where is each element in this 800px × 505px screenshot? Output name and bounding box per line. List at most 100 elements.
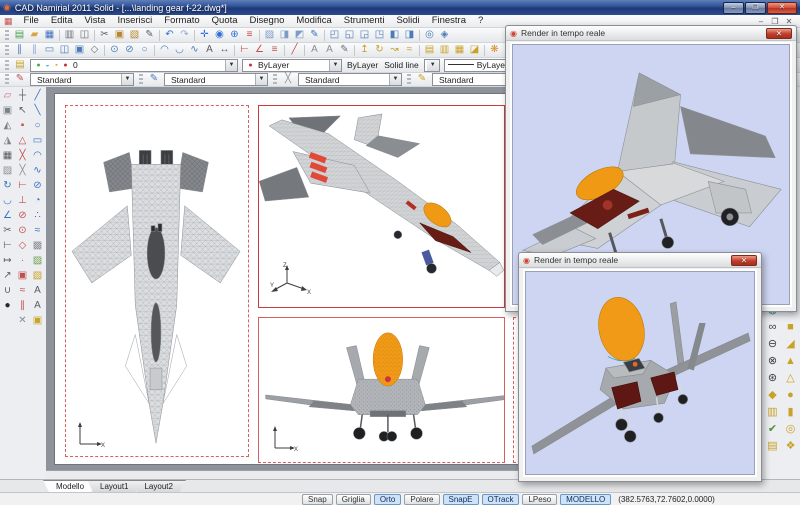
named-views-icon[interactable]: ◈ <box>437 29 452 42</box>
menu-solidi[interactable]: Solidi <box>390 15 425 27</box>
array-icon[interactable]: ▦ <box>1 149 15 164</box>
hide-lines-icon[interactable]: ◩ <box>292 29 307 42</box>
intersect-solids-icon[interactable]: ▦ <box>452 44 467 57</box>
scale-icon[interactable]: ↗ <box>1 269 15 284</box>
menu-help[interactable]: ? <box>472 15 489 27</box>
erase-icon[interactable]: ▱ <box>1 89 15 104</box>
offset-icon[interactable]: ◮ <box>1 134 15 149</box>
union-solids-icon[interactable]: ▤ <box>422 44 437 57</box>
menu-finestra[interactable]: Finestra <box>426 15 472 27</box>
interfere-icon[interactable]: ⊛ <box>764 370 781 387</box>
menu-inserisci[interactable]: Inserisci <box>111 15 158 27</box>
circle-draw-icon[interactable]: ○ <box>31 119 45 134</box>
cylinder-solid-icon[interactable]: ▮ <box>782 404 799 421</box>
mleader-style-icon[interactable]: ✎ <box>414 73 430 86</box>
viewport-perspective[interactable]: Y Z X <box>258 105 505 308</box>
boundary-icon[interactable]: A <box>31 284 45 299</box>
ellipse-tool-icon[interactable]: ⊘ <box>122 44 137 57</box>
view-top-icon[interactable]: ◰ <box>327 29 342 42</box>
dim-style-icon[interactable]: ✎ <box>146 73 162 86</box>
revision-cloud-icon[interactable]: ≈ <box>31 224 45 239</box>
zoom-window-icon[interactable]: ◉ <box>212 29 227 42</box>
hatch-edit-icon[interactable]: ▨ <box>1 164 15 179</box>
ellipse-arc-icon[interactable]: ◔ <box>31 194 45 209</box>
maximize-button[interactable]: ❐ <box>745 1 766 14</box>
menu-formato[interactable]: Formato <box>158 15 205 27</box>
dim-style-combo[interactable]: Standard ▼ <box>164 73 268 86</box>
redo-icon[interactable]: ↷ <box>177 29 192 42</box>
text-style-icon[interactable]: ✎ <box>12 73 28 86</box>
snap-midpoint-icon[interactable]: △ <box>16 134 30 149</box>
snap-extension-icon[interactable]: ⊢ <box>16 179 30 194</box>
linetype-combo-arrow[interactable]: ▼ <box>426 59 439 71</box>
menu-disegno[interactable]: Disegno <box>244 15 291 27</box>
table-style-icon[interactable]: ╳ <box>280 73 296 86</box>
line-tool-icon[interactable]: ╱ <box>31 89 45 104</box>
chamfer-icon[interactable]: ∠ <box>1 209 15 224</box>
render-viewport-2[interactable] <box>525 271 755 475</box>
copy-icon[interactable]: ▣ <box>112 29 127 42</box>
zoom-previous-icon[interactable]: ⊕ <box>227 29 242 42</box>
snap-center-icon[interactable]: ⊙ <box>16 224 30 239</box>
griglia-toggle[interactable]: Griglia <box>335 493 371 505</box>
rotate-icon[interactable]: ↻ <box>1 179 15 194</box>
menu-modifica[interactable]: Modifica <box>290 15 337 27</box>
snap-from-icon[interactable]: ↖ <box>16 104 30 119</box>
polyline-tool-icon[interactable]: ∿ <box>187 44 202 57</box>
dim-linear-icon[interactable]: ⊢ <box>237 44 252 57</box>
render-preset-icon[interactable]: ▨ <box>262 29 277 42</box>
shade-mode-icon[interactable]: ◨ <box>277 29 292 42</box>
solid-check-icon[interactable]: ✔ <box>764 421 781 438</box>
pyramid-solid-icon[interactable]: ▲ <box>782 353 799 370</box>
table-style-combo[interactable]: Standard ▼ <box>298 73 402 86</box>
mline-icon[interactable]: ╱ <box>287 44 302 57</box>
orto-toggle[interactable]: Orto <box>373 493 402 505</box>
menu-edita[interactable]: Edita <box>45 15 79 27</box>
subtract-solids-icon[interactable]: ▥ <box>437 44 452 57</box>
viewports-icon[interactable]: ◫ <box>57 44 72 57</box>
match-properties-icon[interactable]: ✎ <box>142 29 157 42</box>
view-iso-sw-icon[interactable]: ◧ <box>387 29 402 42</box>
close-icon[interactable]: ✕ <box>731 254 757 266</box>
mtext-icon[interactable]: A <box>31 299 45 314</box>
cut-icon[interactable]: ✂ <box>97 29 112 42</box>
fillet-curve-icon[interactable]: ◡ <box>172 44 187 57</box>
pen-icon[interactable]: ✎ <box>307 29 322 42</box>
print-icon[interactable]: ▥ <box>62 29 77 42</box>
sweep-icon[interactable]: ↝ <box>387 44 402 57</box>
gradient-tool-icon[interactable]: ▧ <box>31 269 45 284</box>
color-combo[interactable]: ● ByLayer ▼ <box>242 58 342 72</box>
join-icon[interactable]: ∪ <box>1 284 15 299</box>
print-preview-icon[interactable]: ◫ <box>77 29 92 42</box>
polare-toggle[interactable]: Polare <box>404 493 440 505</box>
text-style-arrow[interactable]: ▼ <box>121 74 133 85</box>
menu-strumenti[interactable]: Strumenti <box>338 15 391 27</box>
ellipse-draw-icon[interactable]: ⊘ <box>31 179 45 194</box>
save-icon[interactable]: ▦ <box>42 29 57 42</box>
block-insert-icon[interactable]: ▣ <box>31 314 45 329</box>
style-pen-icon[interactable]: ✎ <box>337 44 352 57</box>
snap-tangent-icon[interactable]: ⊘ <box>16 209 30 224</box>
construction-line-icon[interactable]: ╲ <box>31 104 45 119</box>
measure-tool-icon[interactable]: ◇ <box>87 44 102 57</box>
text-tool-icon[interactable]: A <box>202 44 217 57</box>
box-solid-icon[interactable]: ■ <box>782 319 799 336</box>
offset-copy-icon[interactable]: ∥ <box>12 44 27 57</box>
menu-quota[interactable]: Quota <box>206 15 244 27</box>
snap-nearest-icon[interactable]: ≈ <box>16 284 30 299</box>
snap-quadrant-icon[interactable]: ◇ <box>16 239 30 254</box>
copy-object-icon[interactable]: ▣ <box>1 104 15 119</box>
subtract-boolean-icon[interactable]: ⊖ <box>764 336 781 353</box>
snap-endpoint-icon[interactable]: ▪ <box>16 119 30 134</box>
view-front-icon[interactable]: ◱ <box>342 29 357 42</box>
rectangle-draw-icon[interactable]: ▭ <box>31 134 45 149</box>
trim-icon[interactable]: ✂ <box>1 224 15 239</box>
viewport-front[interactable]: X <box>258 317 505 463</box>
close-icon[interactable]: ✕ <box>766 27 792 39</box>
render-window-1-titlebar[interactable]: ◉ Render in tempo reale ✕ <box>506 26 796 41</box>
close-button[interactable]: ✕ <box>767 1 797 14</box>
named-view-icon[interactable]: ▣ <box>72 44 87 57</box>
snap-node-icon[interactable]: ∙ <box>16 254 30 269</box>
extrude-icon[interactable]: ↥ <box>357 44 372 57</box>
tab-layout2[interactable]: Layout2 <box>131 480 185 492</box>
